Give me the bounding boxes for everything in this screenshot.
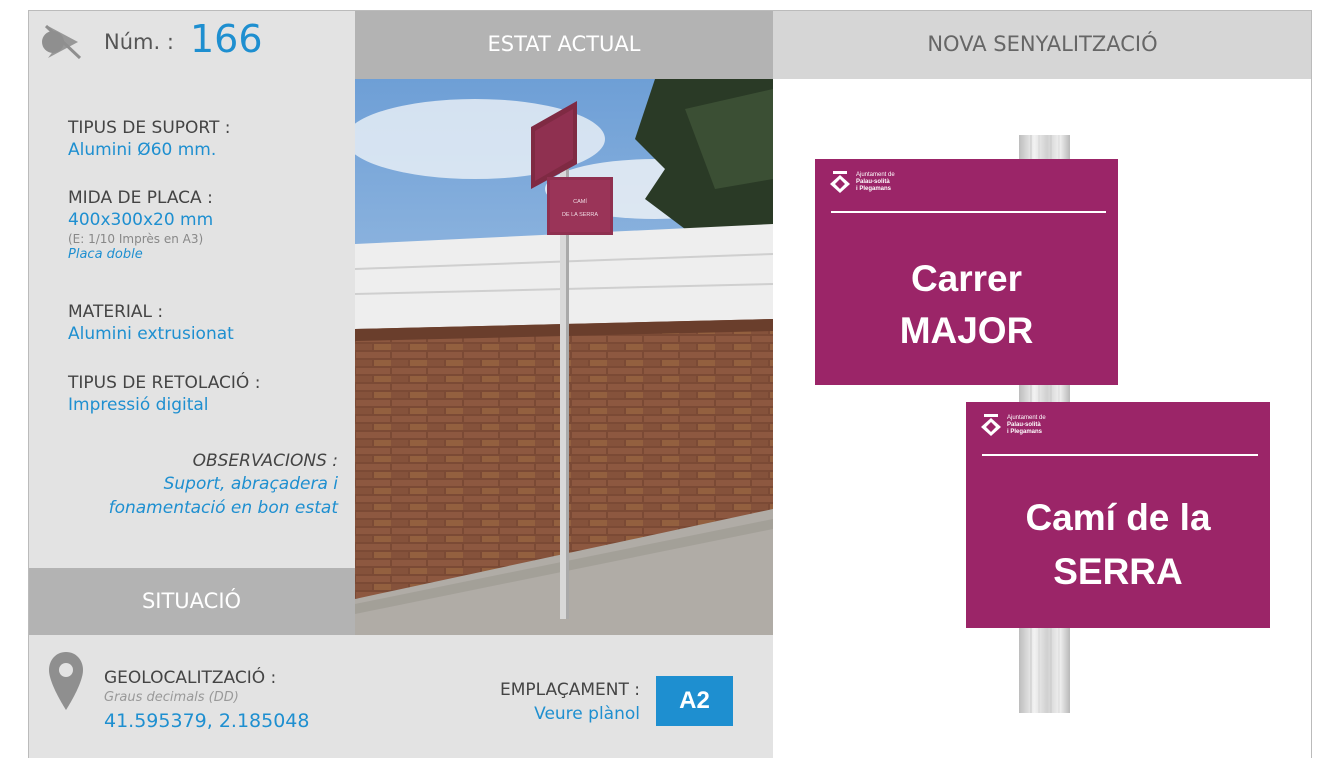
page-frame [28, 10, 1312, 758]
